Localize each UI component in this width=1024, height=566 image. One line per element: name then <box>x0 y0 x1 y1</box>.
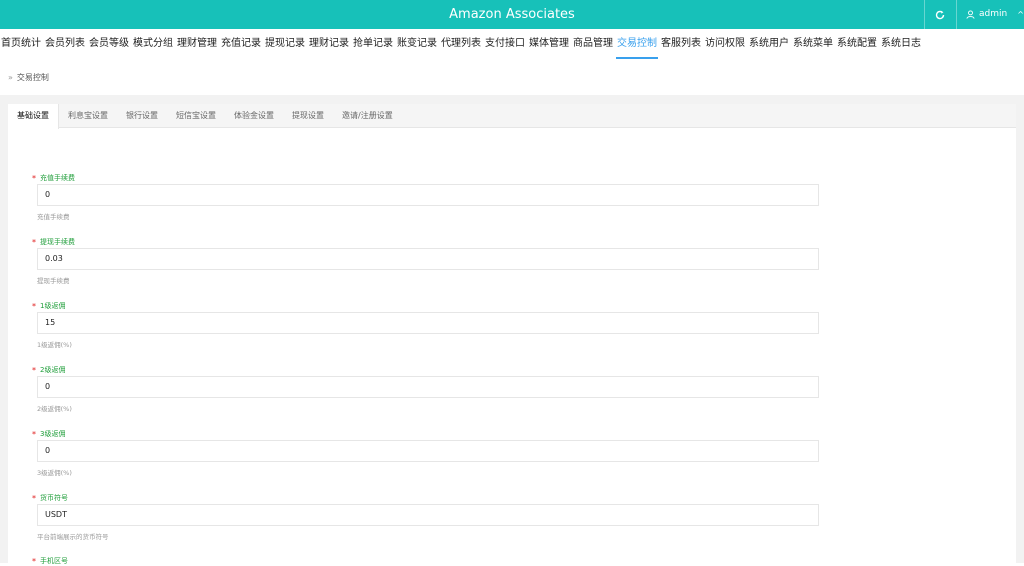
field-input[interactable]: 0 <box>37 184 819 206</box>
nav-item[interactable]: 会员等级 <box>88 36 130 56</box>
nav-item[interactable]: 代理列表 <box>440 36 482 56</box>
nav-item[interactable]: 系统菜单 <box>792 36 834 56</box>
field-help-text: 提现手续费 <box>37 277 70 285</box>
field-label-text: 货币符号 <box>40 494 68 502</box>
form-field: * 2级返佣 0 2级返佣(%) <box>32 365 819 413</box>
nav-item[interactable]: 系统用户 <box>748 36 790 56</box>
required-mark: * <box>32 301 36 311</box>
nav-item[interactable]: 会员列表 <box>44 36 86 56</box>
required-mark: * <box>32 493 36 503</box>
required-mark: * <box>32 429 36 439</box>
field-label: * 货币符号 <box>32 493 68 503</box>
chevron-up-icon: ^ <box>1017 10 1024 19</box>
nav-item[interactable]: 模式分组 <box>132 36 174 56</box>
user-icon <box>966 10 975 19</box>
header-divider <box>956 0 957 29</box>
nav-item[interactable]: 提现记录 <box>264 36 306 56</box>
form-field: * 1级返佣 15 1级返佣(%) <box>32 301 819 349</box>
required-mark: * <box>32 173 36 183</box>
field-label-text: 2级返佣 <box>40 366 66 374</box>
tab-item[interactable]: 银行设置 <box>117 104 167 127</box>
required-mark: * <box>32 365 36 375</box>
field-help-text: 2级返佣(%) <box>37 405 72 413</box>
refresh-icon-svg <box>935 10 945 19</box>
nav-item[interactable]: 访问权限 <box>704 36 746 56</box>
field-label: * 提现手续费 <box>32 237 75 247</box>
user-name: admin <box>979 9 1008 19</box>
field-label-text: 充值手续费 <box>40 174 75 182</box>
field-label: * 充值手续费 <box>32 173 75 183</box>
field-input[interactable]: 15 <box>37 312 819 334</box>
nav-item[interactable]: 账变记录 <box>396 36 438 56</box>
field-help-text: 充值手续费 <box>37 213 70 221</box>
nav-item[interactable]: 系统日志 <box>880 36 922 56</box>
nav-item[interactable]: 充值记录 <box>220 36 262 56</box>
field-label: * 2级返佣 <box>32 365 65 375</box>
nav-item[interactable]: 抢单记录 <box>352 36 394 56</box>
breadcrumb: » 交易控制 <box>8 72 49 83</box>
field-input[interactable]: 0.03 <box>37 248 819 270</box>
tab-item[interactable]: 邀请/注册设置 <box>333 104 402 127</box>
nav-item[interactable]: 媒体管理 <box>528 36 570 56</box>
form-field: * 货币符号 USDT 平台前端展示的货币符号 <box>32 493 819 541</box>
tab-item[interactable]: 基础设置 <box>8 104 59 129</box>
field-label-text: 手机区号 <box>40 557 68 565</box>
nav-item[interactable]: 客服列表 <box>660 36 702 56</box>
nav-item[interactable]: 支付接口 <box>484 36 526 56</box>
required-mark: * <box>32 237 36 247</box>
field-label: * 1级返佣 <box>32 301 65 311</box>
nav-item[interactable]: 系统配置 <box>836 36 878 56</box>
field-label-text: 提现手续费 <box>40 238 75 246</box>
nav-item[interactable]: 商品管理 <box>572 36 614 56</box>
required-mark: * <box>32 556 36 566</box>
breadcrumb-separator: » <box>8 73 13 82</box>
field-input[interactable]: 0 <box>37 376 819 398</box>
field-label-text: 3级返佣 <box>40 430 66 438</box>
breadcrumb-current: 交易控制 <box>16 73 49 82</box>
user-menu[interactable]: admin ^ <box>966 0 1024 29</box>
nav-item[interactable]: 理财管理 <box>176 36 218 56</box>
header-divider <box>924 0 925 29</box>
field-label: * 手机区号 <box>32 556 68 566</box>
field-input[interactable]: USDT <box>37 504 819 526</box>
field-help-text: 3级返佣(%) <box>37 469 72 477</box>
field-help-text: 1级返佣(%) <box>37 341 72 349</box>
field-label-text: 1级返佣 <box>40 302 66 310</box>
form-field: * 3级返佣 0 3级返佣(%) <box>32 429 819 477</box>
tab-item[interactable]: 提现设置 <box>283 104 333 127</box>
field-help-text: 平台前端展示的货币符号 <box>37 533 109 541</box>
form-field: * 提现手续费 0.03 提现手续费 <box>32 237 819 285</box>
tab-item[interactable]: 利息宝设置 <box>59 104 117 127</box>
nav-item[interactable]: 首页统计 <box>0 36 42 56</box>
tab-item[interactable]: 体验金设置 <box>225 104 283 127</box>
form-field: * 手机区号 <box>32 556 68 566</box>
form-field: * 充值手续费 0 充值手续费 <box>32 173 819 221</box>
tab-item[interactable]: 短信宝设置 <box>167 104 225 127</box>
field-label: * 3级返佣 <box>32 429 65 439</box>
main-nav: 首页统计 会员列表 会员等级 模式分组 理财管理 充值记录 提现记录 理财记录 抢单记录 账变记录… <box>0 36 924 59</box>
field-input[interactable]: 0 <box>37 440 819 462</box>
refresh-icon[interactable] <box>926 0 954 29</box>
nav-item[interactable]: 理财记录 <box>308 36 350 56</box>
settings-tabs: 基础设置 利息宝设置 银行设置 短信宝设置 体验金设置 提现设置 邀请/注册设置 <box>8 104 1016 129</box>
top-header: Amazon Associates admin ^ <box>0 0 1024 29</box>
app-title: Amazon Associates <box>449 7 575 22</box>
nav-item[interactable]: 交易控制 <box>616 36 658 59</box>
